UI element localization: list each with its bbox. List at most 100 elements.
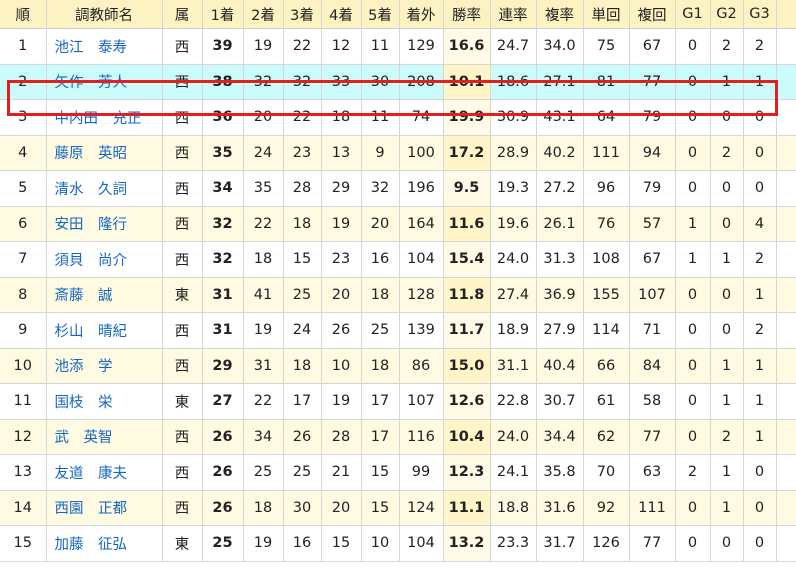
- stat-cell: 26.1: [536, 206, 584, 242]
- stat-cell: 30.7: [536, 383, 584, 420]
- stat-cell: 19.3: [490, 170, 537, 207]
- table-row[interactable]: 2 矢作 芳人西 38 32 32 33 30 208 10.1 18.6 27.1 81 77 0 1 1: [0, 64, 796, 100]
- table-row[interactable]: 8 斎藤 誠東 31 41 25 20 18 128 11.8 27.4 36.9 155 107 0 0 1: [0, 277, 796, 313]
- table-row[interactable]: 7 須貝 尚介西 32 18 15 23 16 104 15.4 24.0 31.3 108 67 1 1 2: [0, 241, 796, 278]
- stat-cell: 32: [243, 64, 284, 100]
- table-row[interactable]: 11 国枝 栄東 27 22 17 19 17 107 12.6 22.8 30.7 61 58 0 1 1: [0, 383, 796, 420]
- stat-cell: 16: [283, 525, 322, 562]
- header-col-5[interactable]: 着外: [399, 0, 444, 29]
- header-col-2[interactable]: 3着: [283, 0, 322, 29]
- stat-cell: 0: [675, 383, 711, 420]
- header-col-1[interactable]: 2着: [243, 0, 284, 29]
- extra-cell: [776, 99, 796, 136]
- header-affiliation[interactable]: 属: [162, 0, 203, 29]
- header-col-9[interactable]: 単回: [583, 0, 630, 29]
- stat-cell: 0: [675, 525, 711, 562]
- stat-cell: 35: [243, 170, 284, 207]
- stat-cell: 40.2: [536, 135, 584, 171]
- stat-cell: 34: [243, 419, 284, 455]
- trainer-name-link[interactable]: 池江 泰寿: [46, 28, 163, 65]
- stat-cell: 24: [283, 312, 322, 349]
- table-row[interactable]: 9 杉山 晴紀西 31 19 24 26 25 139 11.7 18.9 27.9 114 71 0 0 2: [0, 312, 796, 349]
- stat-cell: 11.6: [443, 206, 491, 242]
- stat-cell: 15: [321, 525, 362, 562]
- trainer-name-link[interactable]: 友道 康夫: [46, 454, 163, 491]
- header-col-0[interactable]: 1着: [202, 0, 244, 29]
- stat-cell: 17: [361, 419, 400, 455]
- stat-cell: 18: [243, 490, 284, 526]
- stat-cell: 29: [202, 348, 244, 384]
- header-col-6[interactable]: 勝率: [443, 0, 491, 29]
- table-row[interactable]: 14 西園 正都西 26 18 30 20 15 124 11.1 18.8 31.6 92 111 0 1…: [0, 490, 796, 526]
- trainer-name-link[interactable]: 杉山 晴紀: [46, 312, 163, 349]
- stat-cell: 128: [399, 277, 444, 313]
- stat-cell: 16: [361, 241, 400, 278]
- stat-cell: 22: [283, 28, 322, 65]
- stat-cell: 126: [583, 525, 630, 562]
- header-col-10[interactable]: 複回: [629, 0, 676, 29]
- trainer-name-link[interactable]: 中内田 充正: [46, 99, 163, 136]
- header-col-8[interactable]: 複率: [536, 0, 584, 29]
- stat-cell: 31.3: [536, 241, 584, 278]
- header-col-7[interactable]: 連率: [490, 0, 537, 29]
- stat-cell: 18.8: [490, 490, 537, 526]
- stat-cell: 36: [202, 99, 244, 136]
- table-row[interactable]: 10 池添 学西 29 31 18 10 18 86 15.0 31.1 40.4 66 84 0 1 1: [0, 348, 796, 384]
- trainer-name-link[interactable]: 武 英智: [46, 419, 163, 455]
- stat-cell: 0: [710, 277, 744, 313]
- trainer-name-link[interactable]: 国枝 栄: [46, 383, 163, 420]
- header-col-3[interactable]: 4着: [321, 0, 362, 29]
- header-col-12[interactable]: G2: [710, 0, 744, 29]
- stat-cell: 155: [583, 277, 630, 313]
- rank-cell: 2: [0, 64, 47, 100]
- table-row[interactable]: 12 武 英智西 26 34 26 28 17 116 10.4 24.0 34.4 62 77 0 2 1: [0, 419, 796, 455]
- stat-cell: 15: [361, 454, 400, 491]
- stat-cell: 61: [583, 383, 630, 420]
- trainer-name-link[interactable]: 加藤 征弘: [46, 525, 163, 562]
- header-col-4[interactable]: 5着: [361, 0, 400, 29]
- header-col-11[interactable]: G1: [675, 0, 711, 29]
- extra-cell: [776, 525, 796, 562]
- table-row[interactable]: 4 藤原 英昭西 35 24 23 13 9 100 17.2 28.9 40.2 111 94 0 2 0: [0, 135, 796, 171]
- stat-cell: 0: [675, 28, 711, 65]
- stat-cell: 0: [710, 312, 744, 349]
- table-row[interactable]: 13 友道 康夫西 26 25 25 21 15 99 12.3 24.1 35.8 70 63 2 1 0: [0, 454, 796, 491]
- header-trainer-name[interactable]: 調教師名: [46, 0, 163, 29]
- stat-cell: 34: [202, 170, 244, 207]
- stat-cell: 29: [321, 170, 362, 207]
- stat-cell: 20: [361, 206, 400, 242]
- stat-cell: 0: [675, 99, 711, 136]
- stat-cell: 24: [243, 135, 284, 171]
- trainer-name-link[interactable]: 須貝 尚介: [46, 241, 163, 278]
- table-row[interactable]: 1 池江 泰寿西 39 19 22 12 11 129 16.6 24.7 34.0 75 67 0 2 2: [0, 28, 796, 65]
- stat-cell: 35: [202, 135, 244, 171]
- header-col-13[interactable]: G3: [743, 0, 777, 29]
- table-row[interactable]: 15 加藤 征弘東 25 19 16 15 10 104 13.2 23.3 31.7 126 77 0 0…: [0, 525, 796, 562]
- stat-cell: 23: [321, 241, 362, 278]
- stat-cell: 0: [743, 135, 777, 171]
- header-rank[interactable]: 順: [0, 0, 47, 29]
- stat-cell: 10: [361, 525, 400, 562]
- stat-cell: 39: [202, 28, 244, 65]
- stat-cell: 75: [583, 28, 630, 65]
- trainer-name-link[interactable]: 安田 隆行: [46, 206, 163, 242]
- table-row[interactable]: 3 中内田 充正西 36 20 22 18 11 74 19.9 30.9 43.1 64 79 0 0 0: [0, 99, 796, 136]
- trainer-name-link[interactable]: 池添 学: [46, 348, 163, 384]
- trainer-name-link[interactable]: 清水 久詞: [46, 170, 163, 207]
- table-row[interactable]: 5 清水 久詞西 34 35 28 29 32 196 9.5 19.3 27.2 96 79 0 0 0: [0, 170, 796, 207]
- stat-cell: 2: [710, 419, 744, 455]
- trainer-name-link[interactable]: 矢作 芳人: [46, 64, 163, 100]
- trainer-name-link[interactable]: 藤原 英昭: [46, 135, 163, 171]
- affiliation-cell: 西: [162, 28, 203, 65]
- trainer-name-link[interactable]: 斎藤 誠: [46, 277, 163, 313]
- stat-cell: 15: [283, 241, 322, 278]
- stat-cell: 24.7: [490, 28, 537, 65]
- extra-cell: [776, 383, 796, 420]
- stat-cell: 19.9: [443, 99, 491, 136]
- affiliation-cell: 西: [162, 135, 203, 171]
- stat-cell: 0: [743, 525, 777, 562]
- trainer-name-link[interactable]: 西園 正都: [46, 490, 163, 526]
- table-row[interactable]: 6 安田 隆行西 32 22 18 19 20 164 11.6 19.6 26.1 76 57 1 0 4: [0, 206, 796, 242]
- stat-cell: 0: [675, 419, 711, 455]
- header-extra: [776, 0, 796, 29]
